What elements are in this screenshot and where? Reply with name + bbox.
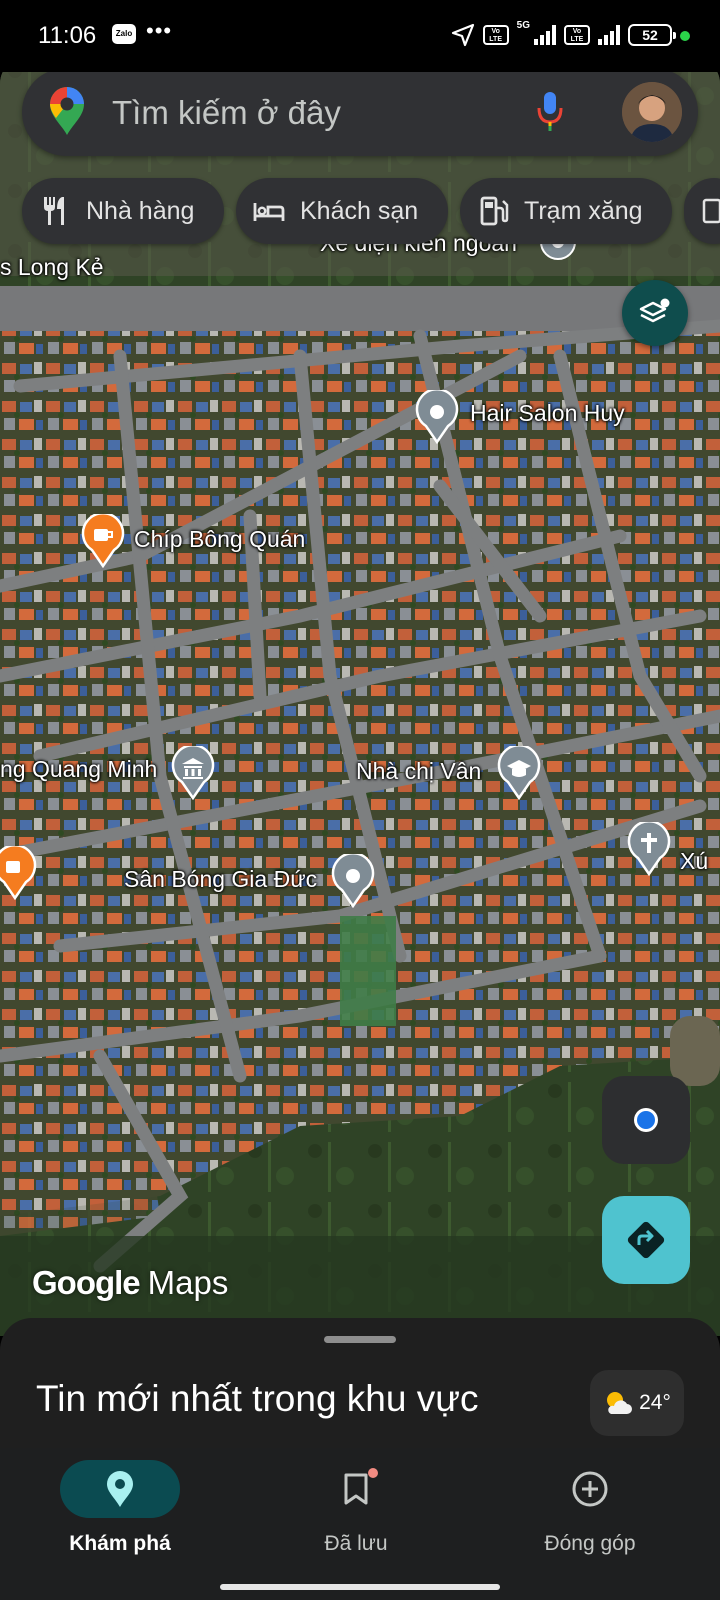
nav-contribute[interactable]: Đóng góp xyxy=(470,1448,710,1574)
signal-icon-2 xyxy=(598,25,620,45)
camera-indicator-dot xyxy=(680,31,690,41)
avatar-image xyxy=(622,82,682,142)
map-label-quang-minh[interactable]: ng Quang Minh xyxy=(0,756,157,783)
map-label-xu[interactable]: Xú xyxy=(680,848,708,875)
network-type: 5G xyxy=(516,20,530,31)
nav-saved[interactable]: Đã lưu xyxy=(236,1448,476,1574)
avatar[interactable] xyxy=(622,82,682,142)
more-category-icon xyxy=(702,198,720,224)
place-pin-icon-hair-salon[interactable] xyxy=(414,390,460,444)
bookmark-icon xyxy=(344,1473,368,1505)
my-location-icon xyxy=(634,1108,658,1132)
search-input[interactable]: Tìm kiếm ở đây xyxy=(112,94,341,132)
chip-label: Khách sạn xyxy=(300,196,419,225)
layers-button[interactable] xyxy=(622,280,688,346)
nav-explore[interactable]: Khám phá xyxy=(0,1448,240,1574)
nav-label: Đã lưu xyxy=(324,1532,388,1555)
chip-hotels[interactable]: Khách sạn xyxy=(236,178,448,244)
gesture-bar xyxy=(0,1574,720,1600)
map-label-san-bong[interactable]: Sân Bóng Gia Đức xyxy=(124,866,317,893)
nav-contribute-indicator xyxy=(530,1460,650,1518)
gas-station-icon xyxy=(480,196,509,226)
mic-icon[interactable] xyxy=(536,90,564,134)
weather-temperature: 24° xyxy=(639,1391,671,1414)
notification-dot xyxy=(368,1468,378,1478)
battery-icon: 52 xyxy=(628,24,676,46)
directions-button[interactable] xyxy=(602,1196,690,1284)
explore-pin-icon xyxy=(107,1471,133,1507)
volte-badge-1: Vo LTE xyxy=(482,25,509,45)
google-maps-pin-icon xyxy=(50,87,84,135)
add-circle-icon xyxy=(572,1471,608,1507)
map-label-hair-salon[interactable]: Hair Salon Huy xyxy=(470,400,625,427)
partly-sunny-icon xyxy=(607,1392,633,1414)
cafe-pin-icon[interactable] xyxy=(80,514,126,568)
google-wordmark: Google xyxy=(32,1264,141,1301)
status-icons: Vo LTE 5G Vo LTE 52 xyxy=(451,20,676,50)
place-pin-icon-san-bong[interactable] xyxy=(330,854,376,908)
search-bar[interactable]: Tìm kiếm ở đây xyxy=(22,68,698,156)
nav-label: Khám phá xyxy=(69,1532,171,1555)
map-label-chip-bong[interactable]: Chíp Bông Quán xyxy=(134,526,305,553)
status-bar: 11:06 Zalo ••• Vo LTE 5G Vo LTE 52 xyxy=(0,0,720,72)
chip-gas-stations[interactable]: Trạm xăng xyxy=(460,178,672,244)
nav-label: Đóng góp xyxy=(544,1532,636,1555)
google-maps-attribution: Google Maps xyxy=(32,1264,228,1302)
bottom-navigation: Khám phá Đã lưu Đóng góp xyxy=(0,1448,720,1574)
home-indicator[interactable] xyxy=(220,1584,500,1590)
chip-more[interactable] xyxy=(684,178,720,244)
chip-label: Trạm xăng xyxy=(524,196,643,225)
location-arrow-icon xyxy=(451,23,474,47)
bottom-sheet[interactable]: Tin mới nhất trong khu vực 24° xyxy=(0,1318,720,1448)
map-label-long-ke[interactable]: s Long Kẻ xyxy=(0,254,104,281)
cafe-pin-icon-left[interactable] xyxy=(0,846,38,900)
church-pin-icon[interactable] xyxy=(626,822,672,876)
category-chips: Nhà hàng Khách sạn Trạm xăng xyxy=(22,178,720,248)
chip-label: Nhà hàng xyxy=(86,196,195,225)
chip-restaurants[interactable]: Nhà hàng xyxy=(22,178,224,244)
layers-icon xyxy=(639,298,670,323)
directions-icon xyxy=(627,1221,665,1259)
sheet-title: Tin mới nhất trong khu vực xyxy=(36,1378,479,1419)
status-time: 11:06 xyxy=(38,22,97,49)
nav-explore-indicator xyxy=(60,1460,180,1518)
more-dots-icon: ••• xyxy=(146,18,173,43)
government-building-pin-icon[interactable] xyxy=(170,746,216,800)
drag-handle[interactable] xyxy=(324,1336,396,1343)
maps-wordmark: Maps xyxy=(147,1264,229,1301)
volte-badge-2: Vo LTE xyxy=(564,25,590,45)
zalo-notification-icon: Zalo xyxy=(112,24,136,44)
hotel-bed-icon xyxy=(253,203,285,221)
my-location-button[interactable] xyxy=(602,1076,690,1164)
school-pin-icon[interactable] xyxy=(496,746,542,800)
weather-chip[interactable]: 24° xyxy=(590,1370,684,1436)
nav-saved-indicator xyxy=(296,1460,416,1518)
restaurant-icon xyxy=(44,197,64,225)
map-label-nha-chi-van[interactable]: Nhà chị Vân xyxy=(356,758,481,785)
signal-icon xyxy=(534,25,556,45)
